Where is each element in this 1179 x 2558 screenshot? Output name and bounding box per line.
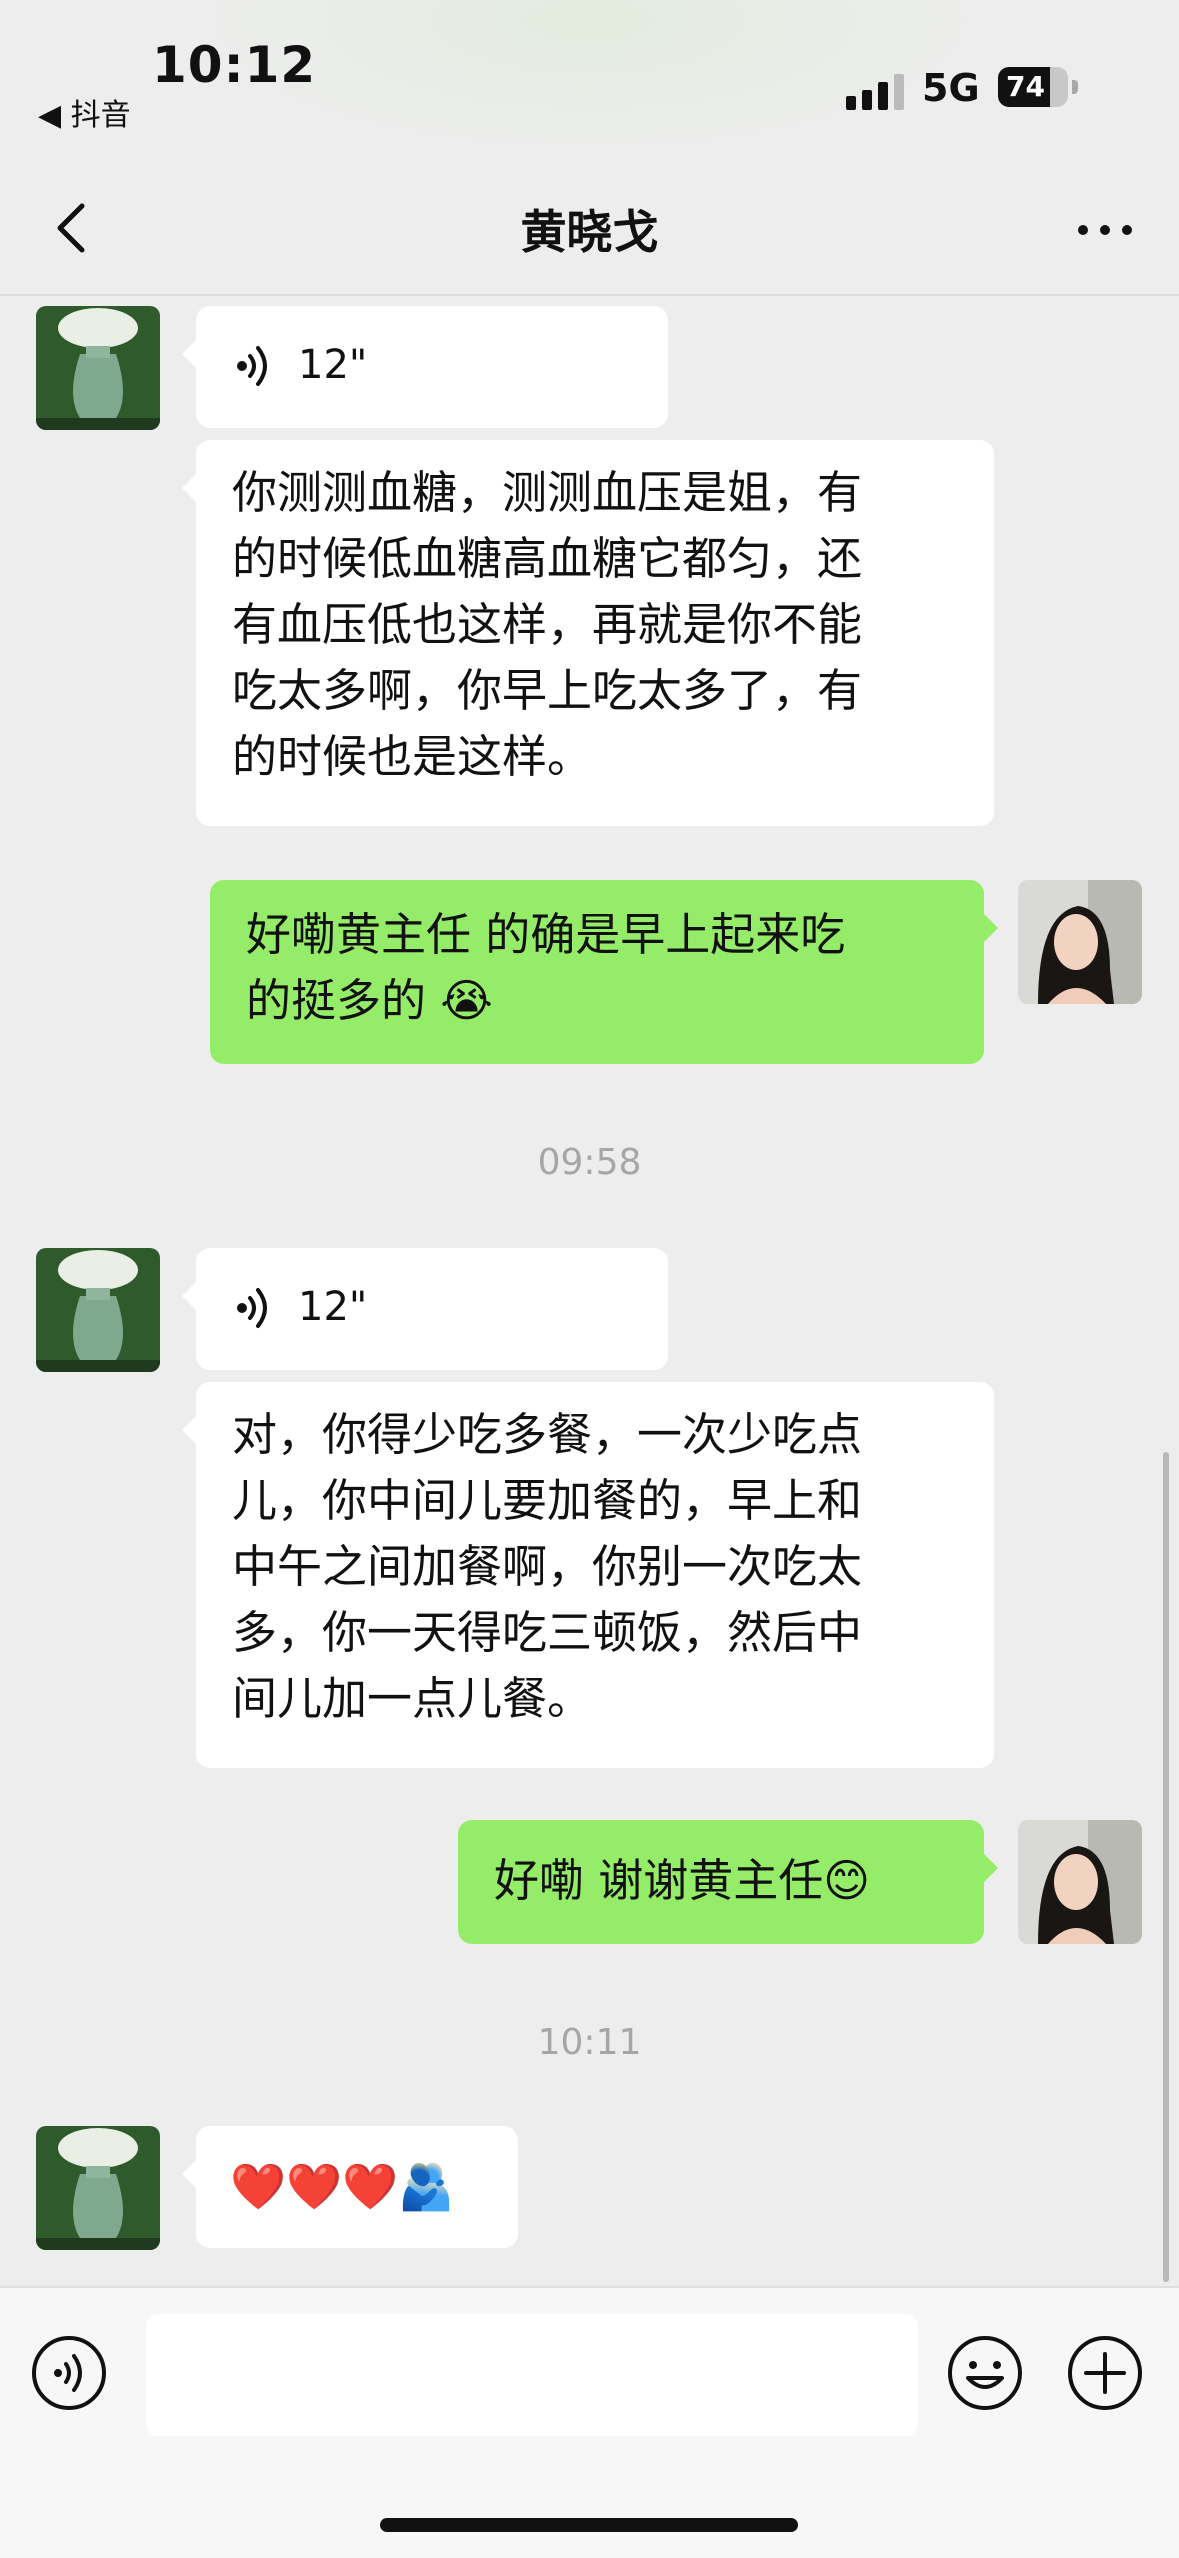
message-line: 的挺多的 😭: [246, 974, 493, 1027]
message-line: ❤️❤️❤️🫂: [230, 2160, 455, 2213]
battery-icon: 74: [998, 67, 1068, 107]
status-bar: 10:12 ◀ 抖音 5G 74: [0, 0, 1179, 170]
voice-message[interactable]: 12": [182, 1248, 668, 1370]
message-line: 有血压低也这样，再就是你不能: [232, 598, 863, 651]
message-line: 对，你得少吃多餐，一次少吃点: [232, 1408, 863, 1461]
message-line: 吃太多啊，你早上吃太多了，有: [232, 664, 863, 717]
timestamp: 09:58: [537, 1142, 642, 1183]
voice-duration: 12": [298, 342, 368, 388]
contact-avatar[interactable]: [36, 1248, 160, 1372]
voice-wave-icon: [237, 346, 267, 386]
text-message[interactable]: 你测测血糖，测测血压是姐，有 的时候低血糖高血糖它都匀，还 有血压低也这样，再就…: [182, 440, 994, 826]
chat-title: 黄晓戈: [520, 205, 659, 259]
message-line: 你测测血糖，测测血压是姐，有: [232, 466, 863, 519]
message-line: 中午之间加餐啊，你别一次吃太: [232, 1540, 863, 1593]
scrollbar[interactable]: [1163, 1452, 1169, 2282]
voice-input-icon[interactable]: [30, 2334, 108, 2412]
signal-icon: [846, 74, 906, 110]
nav-bar: 黄晓戈: [0, 170, 1179, 296]
input-bar: [0, 2286, 1179, 2558]
emoji-icon[interactable]: [946, 2334, 1024, 2412]
timestamp: 10:11: [537, 2022, 642, 2063]
contact-avatar[interactable]: [36, 306, 160, 430]
message-line: 儿，你中间儿要加餐的，早上和: [232, 1474, 863, 1527]
plus-icon[interactable]: [1066, 2334, 1144, 2412]
message-line: 间儿加一点儿餐。: [232, 1672, 593, 1725]
message-line: 多，你一天得吃三顿饭，然后中: [232, 1606, 863, 1659]
more-options-icon[interactable]: [1075, 210, 1135, 250]
message-line: 好嘞 谢谢黄主任😊: [494, 1854, 871, 1907]
my-avatar[interactable]: [1018, 1820, 1142, 1944]
status-time: 10:12: [152, 36, 317, 94]
voice-message[interactable]: 12": [182, 306, 668, 428]
battery-level: 74: [1006, 70, 1045, 103]
text-message[interactable]: 好嘞黄主任 的确是早上起来吃 的挺多的 😭: [210, 880, 998, 1064]
home-indicator[interactable]: [380, 2518, 798, 2532]
text-message[interactable]: 对，你得少吃多餐，一次少吃点 儿，你中间儿要加餐的，早上和 中午之间加餐啊，你别…: [182, 1382, 994, 1768]
voice-wave-icon: [237, 1288, 267, 1328]
text-message[interactable]: 好嘞 谢谢黄主任😊: [458, 1820, 998, 1944]
network-label: 5G: [922, 66, 980, 110]
message-input[interactable]: [146, 2314, 918, 2436]
my-avatar[interactable]: [1018, 880, 1142, 1004]
back-to-app-link[interactable]: ◀ 抖音: [38, 90, 131, 134]
message-line: 好嘞黄主任 的确是早上起来吃: [246, 908, 846, 961]
battery-tip: [1072, 80, 1078, 94]
contact-avatar[interactable]: [36, 2126, 160, 2250]
message-line: 的时候低血糖高血糖它都匀，还: [232, 532, 863, 585]
chat-messages[interactable]: 12" 你测测血糖，测测血压是姐，有 的时候低血糖高血糖它都匀，还 有血压低也这…: [0, 296, 1179, 2286]
voice-duration: 12": [298, 1284, 368, 1330]
emoji-message[interactable]: ❤️❤️❤️🫂: [182, 2126, 518, 2248]
message-line: 的时候也是这样。: [232, 730, 593, 783]
